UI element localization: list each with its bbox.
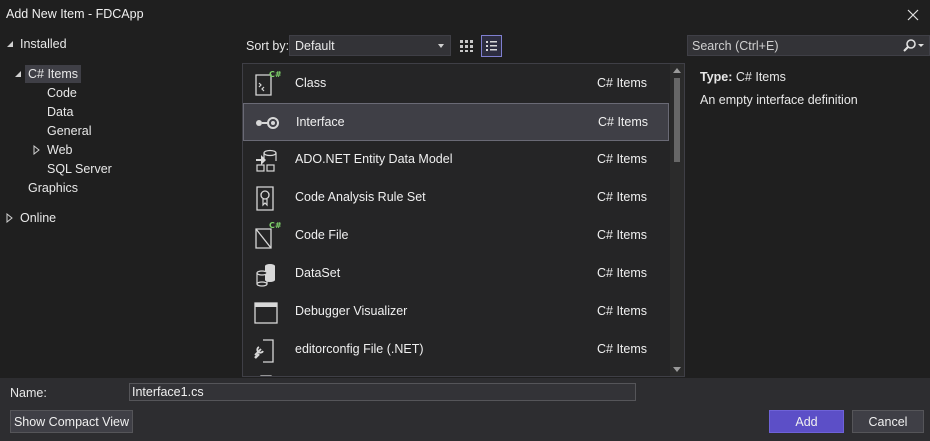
list-view-button[interactable] (481, 35, 502, 57)
tree-item-code[interactable]: Code (47, 84, 77, 102)
template-category: C# Items (597, 304, 648, 318)
interface-icon (256, 117, 279, 129)
show-compact-view-button[interactable]: Show Compact View (10, 410, 133, 433)
tree-item-csharp-items[interactable]: C# Items (25, 65, 82, 83)
close-icon (907, 9, 919, 21)
tree-item-graphics[interactable]: Graphics (28, 179, 78, 197)
window-title: Add New Item - FDCApp (6, 7, 144, 21)
list-item[interactable]: Debugger Visualizer C# Items (243, 293, 669, 331)
template-name: Code File (295, 228, 349, 242)
dataset-icon (256, 264, 275, 287)
template-name: Debugger Visualizer (295, 304, 408, 318)
template-category: C# Items (598, 115, 649, 129)
name-label: Name: (10, 386, 47, 400)
class-icon: C# (255, 70, 281, 96)
scroll-up-icon[interactable] (673, 68, 681, 73)
expanded-arrow-icon[interactable] (13, 69, 23, 79)
medium-icons-view-button[interactable] (457, 36, 477, 56)
entity-model-icon (256, 149, 277, 172)
expanded-arrow-icon[interactable] (5, 39, 15, 49)
search-input[interactable] (688, 36, 888, 55)
svg-text:C#: C# (269, 221, 281, 230)
collapsed-arrow-icon[interactable] (5, 213, 15, 223)
search-icon (903, 39, 924, 52)
template-name: DataSet (295, 266, 341, 280)
template-category: C# Items (597, 266, 648, 280)
tree-item-general[interactable]: General (47, 122, 91, 140)
type-label: Type: (700, 70, 733, 84)
grid-view-icon (460, 40, 473, 52)
editorconfig-icon (254, 339, 274, 363)
title-bar: Add New Item - FDCApp (0, 0, 930, 30)
list-item[interactable]: editorconfig File (.NET) C# Items (243, 331, 669, 369)
template-category: C# Items (597, 76, 648, 90)
list-item[interactable]: Interface C# Items (243, 103, 669, 141)
tree-item-web[interactable]: Web (47, 141, 72, 159)
template-list-scrollbar[interactable] (670, 64, 684, 376)
template-category: C# Items (597, 152, 648, 166)
tree-item-data[interactable]: Data (47, 103, 73, 121)
list-item[interactable]: ADO.NET Entity Data Model C# Items (243, 141, 669, 179)
list-item[interactable]: C# Class C# Items (243, 65, 669, 103)
collapsed-arrow-icon[interactable] (32, 145, 42, 155)
tree-item-sql-server[interactable]: SQL Server (47, 160, 112, 178)
code-file-icon: C# (255, 221, 281, 249)
template-category: C# Items (597, 342, 648, 356)
cancel-button[interactable]: Cancel (852, 410, 924, 433)
debugger-visualizer-icon (254, 302, 278, 324)
list-item[interactable]: DataSet C# Items (243, 255, 669, 293)
type-value: C# Items (735, 70, 786, 84)
template-name: editorconfig File (.NET) (295, 342, 424, 356)
list-item-partial (243, 369, 669, 376)
file-icon (260, 375, 272, 376)
close-button[interactable] (902, 4, 924, 26)
tree-item-online[interactable]: Online (20, 209, 56, 227)
template-description: An empty interface definition (700, 93, 858, 107)
dropdown-arrow-icon (438, 44, 444, 48)
sort-by-dropdown[interactable]: Default (289, 35, 451, 56)
template-category: C# Items (597, 190, 648, 204)
search-box[interactable] (687, 35, 930, 56)
template-type: Type: C# Items (700, 70, 786, 84)
add-button[interactable]: Add (769, 410, 844, 433)
list-view-icon (486, 41, 497, 51)
template-name: Interface (296, 115, 345, 129)
svg-text:C#: C# (269, 70, 281, 79)
rule-set-icon (256, 186, 274, 211)
search-options-button[interactable] (901, 38, 925, 54)
template-category: C# Items (597, 228, 648, 242)
sort-by-value: Default (295, 39, 335, 53)
list-item[interactable]: C# Code File C# Items (243, 217, 669, 255)
template-name: Class (295, 76, 327, 90)
scroll-thumb[interactable] (674, 78, 680, 162)
template-name: Code Analysis Rule Set (295, 190, 426, 204)
sort-by-label: Sort by: (246, 39, 290, 53)
name-field[interactable] (129, 383, 636, 401)
list-item[interactable]: Code Analysis Rule Set C# Items (243, 179, 669, 217)
template-name: ADO.NET Entity Data Model (295, 152, 453, 166)
scroll-down-icon[interactable] (673, 367, 681, 372)
tree-item-installed[interactable]: Installed (20, 35, 67, 53)
template-list[interactable]: C# Class C# Items Interface C# Items ADO… (242, 63, 685, 377)
